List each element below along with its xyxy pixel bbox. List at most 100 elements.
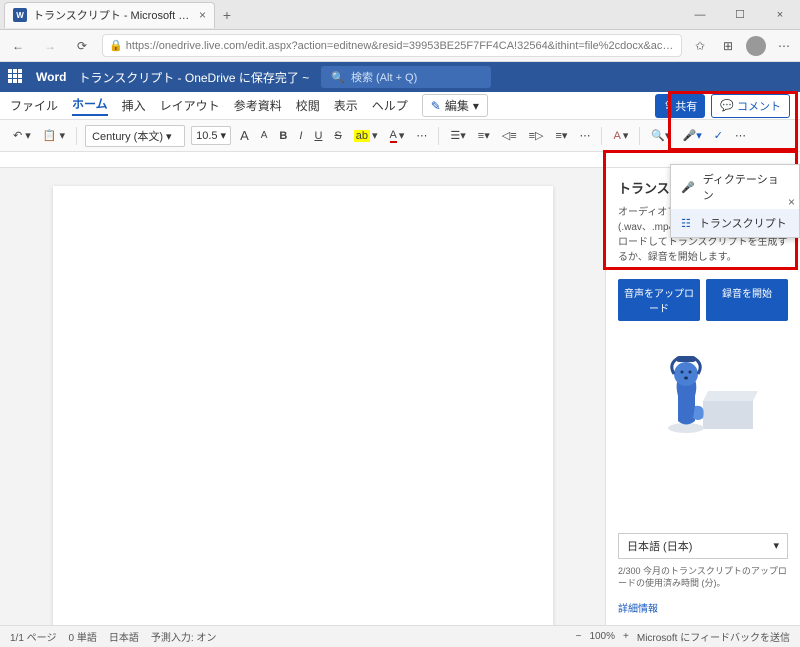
underline-button[interactable]: U — [311, 128, 325, 144]
maximize-button[interactable]: ☐ — [720, 0, 760, 30]
address-bar: ← → ⟳ 🔒 https://onedrive.live.com/edit.a… — [0, 30, 800, 62]
document-canvas[interactable] — [0, 168, 605, 625]
tab-file[interactable]: ファイル — [10, 97, 58, 114]
page-status[interactable]: 1/1 ページ — [10, 629, 56, 644]
comment-icon: 💬 — [720, 99, 734, 112]
zoom-level[interactable]: 100% — [589, 631, 615, 642]
share-button[interactable]: ⇪ 共有 — [655, 94, 705, 118]
document-title[interactable]: トランスクリプト - OneDrive に保存完了 ~ — [78, 69, 309, 86]
detail-link[interactable]: 詳細情報 — [618, 600, 788, 615]
styles-button[interactable]: A▾ — [610, 127, 631, 144]
shrink-font-button[interactable]: A — [258, 128, 271, 143]
chevron-down-icon: ▾ — [773, 539, 779, 552]
find-button[interactable]: 🔍▾ — [648, 127, 673, 144]
tab-review[interactable]: 校閲 — [296, 97, 320, 114]
upload-audio-button[interactable]: 音声をアップロード — [618, 279, 700, 321]
numbering-button[interactable]: ≡▾ — [475, 127, 493, 144]
app-name: Word — [36, 70, 66, 84]
tab-title: トランスクリプト - Microsoft Word (... — [33, 7, 193, 23]
language-value: 日本語 (日本) — [627, 538, 692, 554]
transcript-illustration — [618, 341, 788, 441]
status-bar: 1/1 ページ 0 単語 日本語 予測入力: オン − 100% + Micro… — [0, 625, 800, 647]
share-icon: ⇪ — [663, 99, 672, 112]
strikethrough-button[interactable]: S — [331, 128, 344, 144]
tab-layout[interactable]: レイアウト — [160, 97, 220, 114]
feedback-link[interactable]: Microsoft にフィードバックを送信 — [637, 629, 790, 644]
editing-mode-button[interactable]: ✎ 編集 ▾ — [422, 94, 488, 117]
window-controls: — ☐ × — [680, 0, 800, 30]
transcript-panel: 🎤 ディクテーション ☷ トランスクリプト × トランスクリプト オーディオファ… — [605, 168, 800, 625]
tab-view[interactable]: 表示 — [334, 97, 358, 114]
highlight-button[interactable]: ab▾ — [351, 127, 381, 144]
editing-label: 編集 — [445, 97, 469, 114]
italic-button[interactable]: I — [296, 128, 305, 144]
font-name-select[interactable]: Century (本文) ▾ — [85, 125, 185, 147]
predictive-input-status[interactable]: 予測入力: オン — [151, 629, 217, 644]
zoom-in-button[interactable]: + — [623, 631, 629, 642]
transcript-label: トランスクリプト — [699, 215, 787, 231]
dropdown-transcript-item[interactable]: ☷ トランスクリプト — [671, 209, 799, 237]
undo-button[interactable]: ↶ ▾ — [10, 127, 34, 144]
grow-font-button[interactable]: A — [237, 126, 252, 145]
browser-tab[interactable]: W トランスクリプト - Microsoft Word (... × — [4, 2, 215, 28]
profile-avatar[interactable] — [746, 36, 766, 56]
search-placeholder: 検索 (Alt + Q) — [351, 69, 417, 85]
share-label: 共有 — [675, 98, 697, 114]
refresh-button[interactable]: ⟳ — [70, 34, 94, 58]
tab-references[interactable]: 参考資料 — [234, 97, 282, 114]
lock-icon: 🔒 — [109, 40, 123, 52]
back-button[interactable]: ← — [6, 34, 30, 58]
bold-button[interactable]: B — [276, 128, 290, 144]
dictation-label: ディクテーション — [703, 171, 789, 203]
pencil-icon: ✎ — [431, 99, 441, 113]
close-tab-icon[interactable]: × — [199, 8, 206, 22]
usage-text: 2/300 今月のトランスクリプトのアップロードの使用済み時間 (分)。 — [618, 565, 788, 590]
font-size-select[interactable]: 10.5 ▾ — [191, 126, 231, 145]
collections-icon[interactable]: ⊞ — [718, 36, 738, 56]
word-count-status[interactable]: 0 単語 — [68, 629, 96, 644]
content-area: 🎤 ディクテーション ☷ トランスクリプト × トランスクリプト オーディオファ… — [0, 168, 800, 625]
indent-decrease-button[interactable]: ◁≡ — [499, 127, 520, 144]
tab-insert[interactable]: 挿入 — [122, 97, 146, 114]
start-recording-button[interactable]: 録音を開始 — [706, 279, 788, 321]
ribbon-overflow-button[interactable]: ⋯ — [732, 127, 749, 144]
url-text: https://onedrive.live.com/edit.aspx?acti… — [126, 40, 682, 52]
mic-icon: 🎤 — [681, 181, 695, 194]
dictate-dropdown: 🎤 ディクテーション ☷ トランスクリプト × — [670, 164, 800, 238]
tab-help[interactable]: ヘルプ — [372, 97, 408, 114]
paste-button[interactable]: 📋 ▾ — [40, 127, 68, 144]
close-window-button[interactable]: × — [760, 0, 800, 30]
dictate-button[interactable]: 🎤▾ — [680, 127, 705, 144]
favorite-icon[interactable]: ✩ — [690, 36, 710, 56]
app-launcher-icon[interactable] — [8, 69, 24, 85]
forward-button[interactable]: → — [38, 34, 62, 58]
more-font-button[interactable]: ⋯ — [413, 127, 430, 144]
browser-menu-icon[interactable]: ⋯ — [774, 36, 794, 56]
language-status[interactable]: 日本語 — [109, 629, 139, 644]
search-icon: 🔍 — [331, 71, 345, 84]
word-header: Word トランスクリプト - OneDrive に保存完了 ~ 🔍 検索 (A… — [0, 62, 800, 92]
chevron-down-icon: ▾ — [473, 99, 479, 113]
ribbon-tabs: ファイル ホーム 挿入 レイアウト 参考資料 校閲 表示 ヘルプ ✎ 編集 ▾ … — [0, 92, 800, 120]
url-field[interactable]: 🔒 https://onedrive.live.com/edit.aspx?ac… — [102, 34, 682, 57]
comment-label: コメント — [737, 98, 781, 114]
word-favicon: W — [13, 8, 27, 22]
document-page[interactable] — [53, 186, 553, 625]
ribbon-toolbar: ↶ ▾ 📋 ▾ Century (本文) ▾ 10.5 ▾ A A B I U … — [0, 120, 800, 152]
comments-button[interactable]: 💬 コメント — [711, 94, 790, 118]
dropdown-dictation-item[interactable]: 🎤 ディクテーション — [671, 165, 799, 209]
font-color-button[interactable]: A▾ — [387, 127, 408, 145]
minimize-button[interactable]: — — [680, 0, 720, 30]
align-button[interactable]: ≡▾ — [553, 127, 571, 144]
zoom-out-button[interactable]: − — [576, 631, 582, 642]
search-box[interactable]: 🔍 検索 (Alt + Q) — [321, 66, 491, 88]
browser-titlebar: W トランスクリプト - Microsoft Word (... × + — ☐… — [0, 0, 800, 30]
new-tab-button[interactable]: + — [215, 7, 239, 23]
bullets-button[interactable]: ☰▾ — [447, 127, 468, 144]
indent-increase-button[interactable]: ≡▷ — [526, 127, 547, 144]
editor-button[interactable]: ✓ — [711, 127, 726, 144]
dropdown-close-icon[interactable]: × — [788, 195, 795, 209]
more-para-button[interactable]: ⋯ — [576, 127, 593, 144]
tab-home[interactable]: ホーム — [72, 95, 108, 116]
language-select[interactable]: 日本語 (日本) ▾ — [618, 533, 788, 559]
